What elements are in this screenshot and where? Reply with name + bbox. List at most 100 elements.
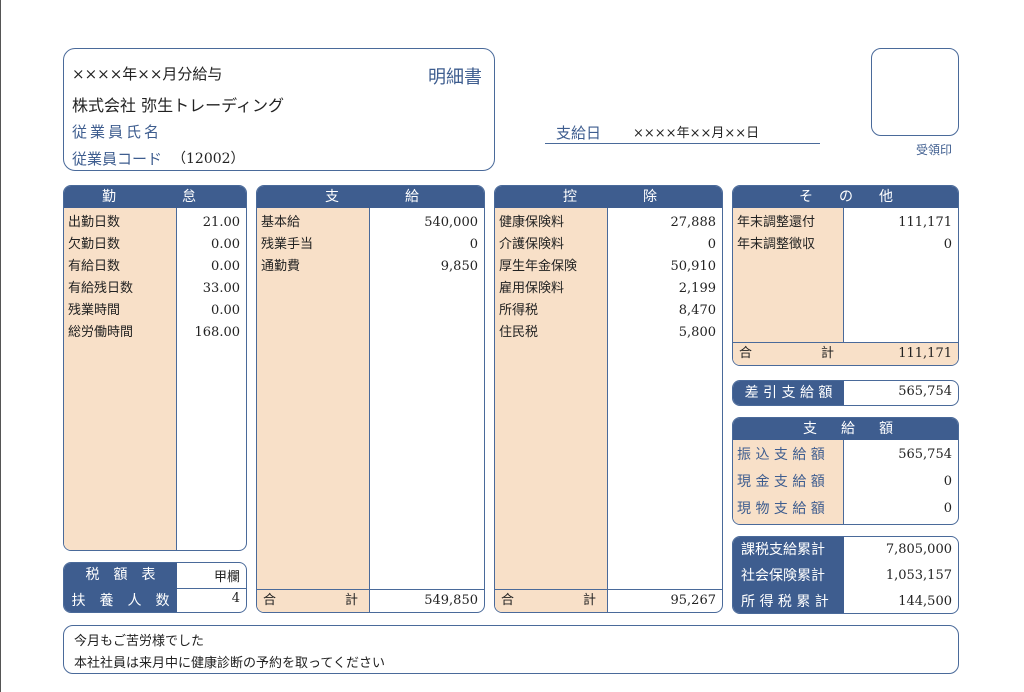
deductions-header: 控 除 <box>495 186 722 208</box>
row-value: 540,000 <box>424 215 478 230</box>
deductions-title-left: 控 <box>563 189 577 205</box>
table-row: 基本給 540,000 <box>257 212 484 234</box>
row-label: 現 物 支 給 額 <box>737 501 825 517</box>
pay-date: ××××年××月××日 <box>633 126 760 141</box>
attendance-title-right: 怠 <box>182 189 196 205</box>
row-label: 健康保険料 <box>499 215 565 230</box>
row-value: 21.00 <box>202 215 240 230</box>
other-total-label-right: 計 <box>821 346 835 361</box>
table-row: 振 込 支 給 額 565,754 <box>733 444 958 466</box>
row-value: 144,500 <box>898 594 952 609</box>
row-value: 27,888 <box>670 215 717 230</box>
row-value: 0 <box>943 237 952 252</box>
receipt-label: 受領印 <box>916 143 953 157</box>
row-label: 残業時間 <box>68 303 121 318</box>
deductions-title-right: 除 <box>643 189 657 205</box>
row-label: 振 込 支 給 額 <box>737 447 825 463</box>
employee-code-label: 従業員コード <box>72 150 163 168</box>
attendance-header: 勤 怠 <box>64 186 246 208</box>
payments-total-label-left: 合 <box>263 593 277 608</box>
payout-title-c: 額 <box>879 421 893 437</box>
payments-title-right: 給 <box>405 189 419 205</box>
deductions-panel: 控 除 健康保険料 27,888 介護保険料 0 厚生年金保険 50,910 雇用保険料 2,… <box>494 185 723 613</box>
payout-title-b: 給 <box>841 421 855 437</box>
table-row: 健康保険料 27,888 <box>495 212 722 234</box>
row-value: 50,910 <box>670 259 717 274</box>
row-label: 残業手当 <box>261 237 314 252</box>
message-line-2: 本社社員は来月中に健康診断の予約を取ってください <box>74 656 385 671</box>
row-label: 欠勤日数 <box>68 237 121 252</box>
payments-header: 支 給 <box>257 186 484 208</box>
other-title-c: 他 <box>879 189 893 205</box>
payout-panel: 支 給 額 振 込 支 給 額 565,754 現 金 支 給 額 0 現 物 支 給 … <box>732 417 959 525</box>
row-value: 0 <box>943 501 952 516</box>
table-row: 残業手当 0 <box>257 234 484 256</box>
message-box: 今月もご苦労様でした 本社社員は来月中に健康診断の予約を取ってください <box>63 625 959 674</box>
payout-header: 支 給 額 <box>733 418 958 440</box>
row-label: 有給残日数 <box>68 281 134 296</box>
row-label: 有給日数 <box>68 259 121 274</box>
table-row: 課税支給累計 7,805,000 <box>733 537 958 563</box>
row-label: 社会保険累計 <box>741 568 825 584</box>
row-label: 雇用保険料 <box>499 281 565 296</box>
other-title-b: の <box>839 189 853 205</box>
net-pay-value: 565,754 <box>898 384 952 399</box>
table-row: 有給日数 0.00 <box>64 256 246 278</box>
table-row: 年末調整還付 111,171 <box>733 212 958 234</box>
table-row: 欠勤日数 0.00 <box>64 234 246 256</box>
table-row: 厚生年金保険 50,910 <box>495 256 722 278</box>
tax-divider <box>177 588 246 589</box>
table-row: 年末調整徴収 0 <box>733 234 958 256</box>
other-total-label-left: 合 <box>739 346 753 361</box>
row-label: 基本給 <box>261 215 301 230</box>
row-label: 総労働時間 <box>68 325 134 340</box>
table-row: 雇用保険料 2,199 <box>495 278 722 300</box>
table-row: 総労働時間 168.00 <box>64 322 246 344</box>
dependents-value: 4 <box>231 591 240 606</box>
employee-code: （12002） <box>172 151 245 167</box>
attendance-panel: 勤 怠 出勤日数 21.00 欠勤日数 0.00 有給日数 0.00 有給残日数 33.00 残… <box>63 185 247 551</box>
row-label: 介護保険料 <box>499 237 565 252</box>
row-value: 0.00 <box>211 237 240 252</box>
other-title-a: そ <box>799 189 813 205</box>
tax-table-label: 税 額 表 <box>64 563 177 588</box>
cumulative-panel: 課税支給累計 7,805,000 社会保険累計 1,053,157 所 得 税 累 計 1… <box>732 536 959 614</box>
other-total-value: 111,171 <box>898 346 952 361</box>
payments-total-row: 合 計 549,850 <box>257 589 484 612</box>
table-row: 所得税 8,470 <box>495 300 722 322</box>
row-value: 0.00 <box>211 259 240 274</box>
row-value: 565,754 <box>898 447 952 462</box>
table-row: 社会保険累計 1,053,157 <box>733 563 958 589</box>
dependents-label: 扶 養 人 数 <box>64 588 177 612</box>
row-value: 33.00 <box>202 281 240 296</box>
net-pay-box: 差 引 支 給 額 565,754 <box>732 380 959 406</box>
other-header: そ の 他 <box>733 186 958 208</box>
row-label: 現 金 支 給 額 <box>737 474 825 490</box>
payments-total-label-right: 計 <box>345 593 359 608</box>
deductions-total-label-right: 計 <box>583 593 597 608</box>
page-edge <box>0 0 1 692</box>
table-row: 有給残日数 33.00 <box>64 278 246 300</box>
row-value: 0 <box>943 474 952 489</box>
row-value: 2,199 <box>678 281 716 296</box>
receipt-stamp-box <box>871 48 959 136</box>
pay-date-label: 支給日 <box>556 124 602 142</box>
table-row: 現 金 支 給 額 0 <box>733 471 958 493</box>
payments-panel: 支 給 基本給 540,000 残業手当 0 通勤費 9,850 合 計 549,850 <box>256 185 485 613</box>
other-panel: そ の 他 年末調整還付 111,171 年末調整徴収 0 合 計 111,171 <box>732 185 959 366</box>
table-row: 出勤日数 21.00 <box>64 212 246 234</box>
row-label: 通勤費 <box>261 259 301 274</box>
attendance-title-left: 勤 <box>102 189 116 205</box>
row-label: 年末調整還付 <box>737 215 816 230</box>
employee-name-label: 従業員氏名 <box>72 123 163 141</box>
deductions-total-label-left: 合 <box>501 593 515 608</box>
table-row: 介護保険料 0 <box>495 234 722 256</box>
row-value: 5,800 <box>678 325 716 340</box>
row-value: 0 <box>469 237 478 252</box>
payments-total-value: 549,850 <box>424 593 478 608</box>
tax-table-value: 甲欄 <box>213 570 240 585</box>
row-value: 111,171 <box>898 215 952 230</box>
deductions-total-row: 合 計 95,267 <box>495 589 722 612</box>
row-value: 7,805,000 <box>885 542 952 557</box>
row-label: 課税支給累計 <box>741 542 825 558</box>
